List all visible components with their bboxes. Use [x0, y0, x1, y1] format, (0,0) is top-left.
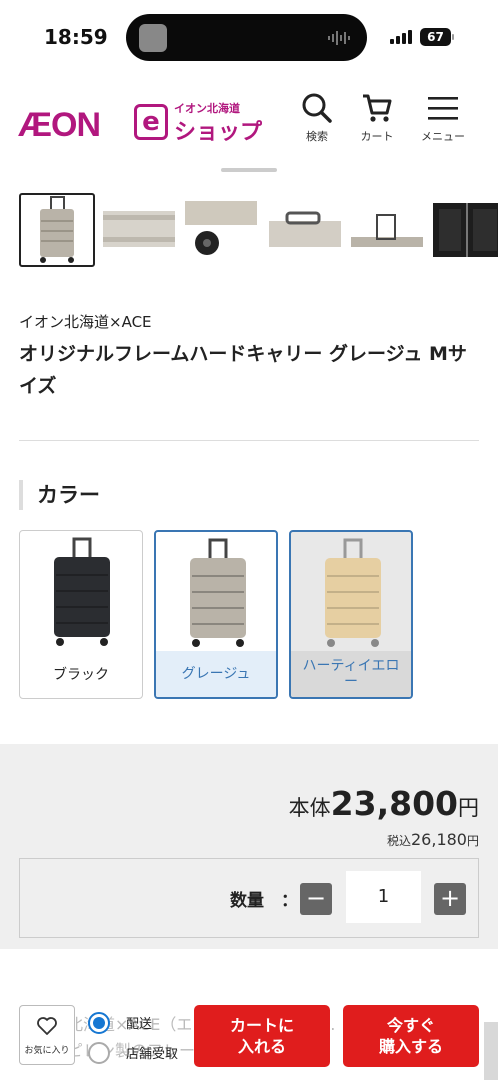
- color-section-heading: カラー: [19, 480, 100, 510]
- thumbnail-5[interactable]: [351, 193, 423, 267]
- quantity-input[interactable]: 1: [346, 871, 421, 923]
- search-icon: [302, 93, 332, 123]
- site-header: ÆON e イオン北海道 ショップ 検索 カート メニュー: [0, 80, 498, 162]
- store-pickup-radio[interactable]: [88, 1042, 110, 1064]
- thumbnail-4[interactable]: [269, 193, 341, 267]
- color-option-label: グレージュ: [156, 651, 276, 697]
- battery-icon: 67: [420, 28, 454, 46]
- thumbnail-2[interactable]: [103, 193, 175, 267]
- top-view-image: [351, 214, 423, 247]
- status-time: 18:59: [44, 25, 108, 49]
- price-tax-included: 税込26,180円: [387, 830, 479, 849]
- store-pickup-label: 店舗受取: [126, 1047, 179, 1062]
- price-section: 本体23,800円 税込26,180円 数量 ： − 1 +: [0, 744, 498, 949]
- status-bar: 18:59 67: [0, 0, 498, 76]
- favorite-button[interactable]: お気に入り: [19, 1005, 75, 1065]
- scroll-to-top-tab[interactable]: [484, 1022, 498, 1080]
- thumbnail-6[interactable]: [433, 193, 498, 267]
- thumbnail-1[interactable]: [19, 193, 95, 267]
- color-option-label: ハーティイエロー: [291, 651, 411, 697]
- handle-detail-image: [269, 211, 341, 247]
- quantity-stepper: 数量 ： − 1 +: [19, 858, 479, 938]
- color-option-black[interactable]: ブラック: [19, 530, 143, 699]
- quantity-decrease-button[interactable]: −: [300, 883, 332, 915]
- audio-wave-icon: [328, 31, 350, 45]
- dynamic-island: [126, 14, 367, 61]
- hamburger-menu-icon: [428, 97, 458, 120]
- suitcase-image: [40, 196, 74, 263]
- battery-level: 67: [420, 28, 451, 46]
- menu-button[interactable]: メニュー: [413, 92, 473, 154]
- tax-unit: 円: [466, 834, 479, 848]
- color-option-label: ブラック: [53, 667, 109, 683]
- quantity-increase-button[interactable]: +: [434, 883, 466, 915]
- product-brand: イオン北海道×ACE: [19, 313, 152, 331]
- bottom-action-bar: お気に入り 配送 店舗受取 カートに 入れる 今すぐ 購入する: [0, 996, 498, 1080]
- buy-now-button[interactable]: 今すぐ 購入する: [343, 1005, 479, 1067]
- suitcase-yellow-image: [325, 538, 381, 647]
- cart-label: カート: [360, 130, 394, 143]
- aeon-logo[interactable]: ÆON: [18, 106, 101, 145]
- cellular-signal-icon: [390, 30, 412, 44]
- color-option-hearty-yellow[interactable]: ハーティイエロー: [289, 530, 413, 699]
- product-title: オリジナルフレームハードキャリー グレージュ Mサイズ: [19, 343, 467, 397]
- price-prefix: 本体: [288, 796, 331, 820]
- tax-amount: 26,180: [411, 830, 467, 849]
- suitcase-greige-image: [190, 538, 246, 647]
- menu-label: メニュー: [421, 130, 465, 143]
- interior-image: [433, 203, 498, 257]
- delivery-radio[interactable]: [88, 1012, 110, 1034]
- image-thumbnail-strip[interactable]: [19, 193, 498, 269]
- cart-icon: [363, 94, 392, 122]
- search-button[interactable]: 検索: [287, 92, 347, 154]
- wheel-detail-image: [185, 201, 257, 255]
- search-label: 検索: [306, 130, 328, 143]
- price-amount: 23,800: [330, 784, 458, 823]
- e-badge: e: [134, 104, 168, 140]
- gallery-scroll-indicator: [221, 168, 277, 172]
- favorite-label: お気に入り: [24, 1046, 70, 1056]
- price-main: 本体23,800円: [289, 784, 479, 823]
- add-to-cart-button[interactable]: カートに 入れる: [194, 1005, 330, 1067]
- logo-shop-text: ショップ: [174, 120, 263, 145]
- suitcase-detail-image: [103, 211, 175, 247]
- e-shop-logo[interactable]: e イオン北海道 ショップ: [134, 98, 264, 145]
- divider: [19, 440, 479, 441]
- delivery-label: 配送: [126, 1017, 153, 1032]
- heart-icon: [37, 1017, 57, 1035]
- suitcase-black-image: [54, 537, 110, 646]
- product-page: 18:59 67 ÆON e イオン北海道 ショップ 検索 カート メニュー イ…: [0, 0, 498, 1080]
- cart-button[interactable]: カート: [347, 92, 407, 154]
- tax-prefix: 税込: [386, 834, 411, 848]
- price-unit: 円: [458, 796, 479, 820]
- thumbnail-3[interactable]: [185, 193, 257, 267]
- color-option-greige[interactable]: グレージュ: [154, 530, 278, 699]
- quantity-label: 数量 ：: [230, 891, 298, 911]
- now-playing-artwork: [139, 24, 167, 52]
